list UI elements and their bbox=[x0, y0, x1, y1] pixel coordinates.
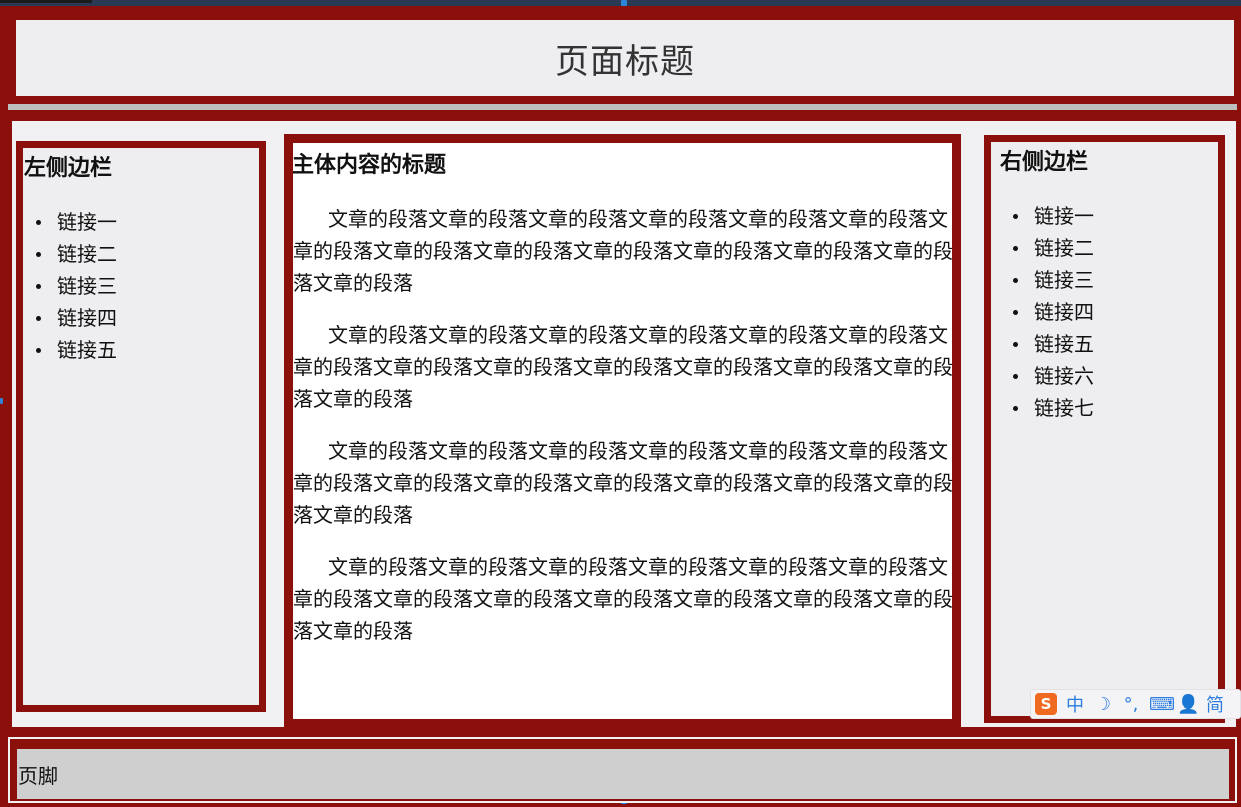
window-tab-strip bbox=[0, 0, 92, 3]
punctuation-icon[interactable]: °, bbox=[1121, 694, 1141, 715]
left-sidebar-link[interactable]: 链接四 bbox=[27, 302, 259, 334]
page-footer: 页脚 bbox=[17, 749, 1229, 799]
page-title: 页面标题 bbox=[555, 41, 695, 82]
footer-text: 页脚 bbox=[18, 763, 58, 788]
article-paragraph: 文章的段落文章的段落文章的段落文章的段落文章的段落文章的段落文章的段落文章的段落… bbox=[293, 555, 953, 643]
right-sidebar-link[interactable]: 链接三 bbox=[999, 264, 1218, 296]
main-content: 主体内容的标题 文章的段落文章的段落文章的段落文章的段落文章的段落文章的段落文章… bbox=[284, 134, 961, 728]
right-sidebar-link[interactable]: 链接四 bbox=[999, 296, 1218, 328]
right-sidebar-link[interactable]: 链接六 bbox=[999, 360, 1218, 392]
keyboard-icon[interactable]: ⌨ bbox=[1149, 694, 1175, 715]
page-header: 页面标题 bbox=[16, 20, 1234, 96]
bullet-icon bbox=[1013, 310, 1018, 315]
left-sidebar-link[interactable]: 链接三 bbox=[27, 270, 259, 302]
ime-logo-icon[interactable]: S bbox=[1035, 693, 1057, 715]
ime-simplified-toggle[interactable]: 简 bbox=[1205, 691, 1225, 717]
user-icon[interactable]: 👤 bbox=[1177, 694, 1199, 715]
bullet-icon bbox=[1013, 246, 1018, 251]
main-content-title: 主体内容的标题 bbox=[292, 153, 447, 178]
bullet-icon bbox=[36, 252, 41, 257]
right-sidebar-link[interactable]: 链接五 bbox=[999, 328, 1218, 360]
left-sidebar-link[interactable]: 链接五 bbox=[27, 334, 259, 366]
header-separator bbox=[8, 104, 1237, 110]
bullet-icon bbox=[1013, 406, 1018, 411]
right-sidebar-link[interactable]: 链接一 bbox=[999, 200, 1218, 232]
bullet-icon bbox=[36, 284, 41, 289]
selection-handle-top[interactable] bbox=[621, 0, 627, 6]
article-paragraph: 文章的段落文章的段落文章的段落文章的段落文章的段落文章的段落文章的段落文章的段落… bbox=[293, 323, 953, 411]
ime-mode-toggle[interactable]: 中 bbox=[1065, 691, 1085, 717]
left-sidebar-link[interactable]: 链接一 bbox=[27, 206, 259, 238]
right-sidebar: 右侧边栏 链接一 链接二 链接三 链接四 链接五 链接六 链接七 bbox=[984, 135, 1225, 723]
left-sidebar-link[interactable]: 链接二 bbox=[27, 238, 259, 270]
ime-toolbar[interactable]: S 中 ☽ °, ⌨ 👤 简 bbox=[1030, 689, 1241, 719]
left-sidebar-links: 链接一 链接二 链接三 链接四 链接五 bbox=[27, 206, 259, 366]
left-sidebar-title: 左侧边栏 bbox=[24, 156, 113, 181]
bullet-icon bbox=[36, 316, 41, 321]
right-sidebar-title: 右侧边栏 bbox=[1000, 150, 1089, 175]
bullet-icon bbox=[1013, 342, 1018, 347]
bullet-icon bbox=[1013, 214, 1018, 219]
bullet-icon bbox=[36, 220, 41, 225]
right-sidebar-link[interactable]: 链接二 bbox=[999, 232, 1218, 264]
left-sidebar: 左侧边栏 链接一 链接二 链接三 链接四 链接五 bbox=[16, 141, 266, 712]
right-sidebar-links: 链接一 链接二 链接三 链接四 链接五 链接六 链接七 bbox=[999, 200, 1218, 424]
article-paragraph: 文章的段落文章的段落文章的段落文章的段落文章的段落文章的段落文章的段落文章的段落… bbox=[293, 207, 953, 295]
moon-icon[interactable]: ☽ bbox=[1093, 694, 1113, 715]
selection-handle-left[interactable] bbox=[0, 398, 3, 404]
article-paragraph: 文章的段落文章的段落文章的段落文章的段落文章的段落文章的段落文章的段落文章的段落… bbox=[293, 439, 953, 527]
bullet-icon bbox=[36, 348, 41, 353]
bullet-icon bbox=[1013, 374, 1018, 379]
bullet-icon bbox=[1013, 278, 1018, 283]
right-sidebar-link[interactable]: 链接七 bbox=[999, 392, 1218, 424]
